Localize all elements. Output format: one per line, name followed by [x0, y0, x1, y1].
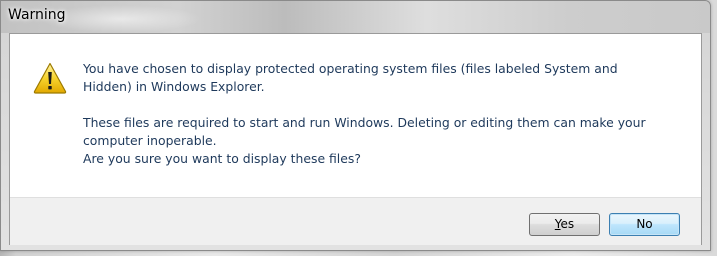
window-title: Warning	[8, 7, 66, 23]
message-area: You have chosen to display protected ope…	[10, 34, 701, 197]
yes-button[interactable]: Yes	[529, 213, 600, 236]
dialog-client-area: You have chosen to display protected ope…	[9, 33, 702, 245]
title-bar[interactable]: Warning	[1, 1, 710, 33]
message-line: You have chosen to display protected ope…	[83, 61, 618, 76]
no-button[interactable]: No	[609, 213, 680, 236]
yes-label-rest: es	[560, 217, 575, 231]
message-line: Are you sure you want to display these f…	[83, 151, 361, 166]
message-line: computer inoperable.	[83, 133, 217, 148]
message-line: These files are required to start and ru…	[83, 115, 646, 130]
message-line: Hidden) in Windows Explorer.	[83, 79, 265, 94]
warning-dialog: Warning You have chosen to display prote…	[0, 0, 711, 251]
warning-triangle-icon	[33, 62, 67, 94]
warning-message: You have chosen to display protected ope…	[83, 60, 683, 168]
button-bar: Yes No	[10, 197, 701, 245]
